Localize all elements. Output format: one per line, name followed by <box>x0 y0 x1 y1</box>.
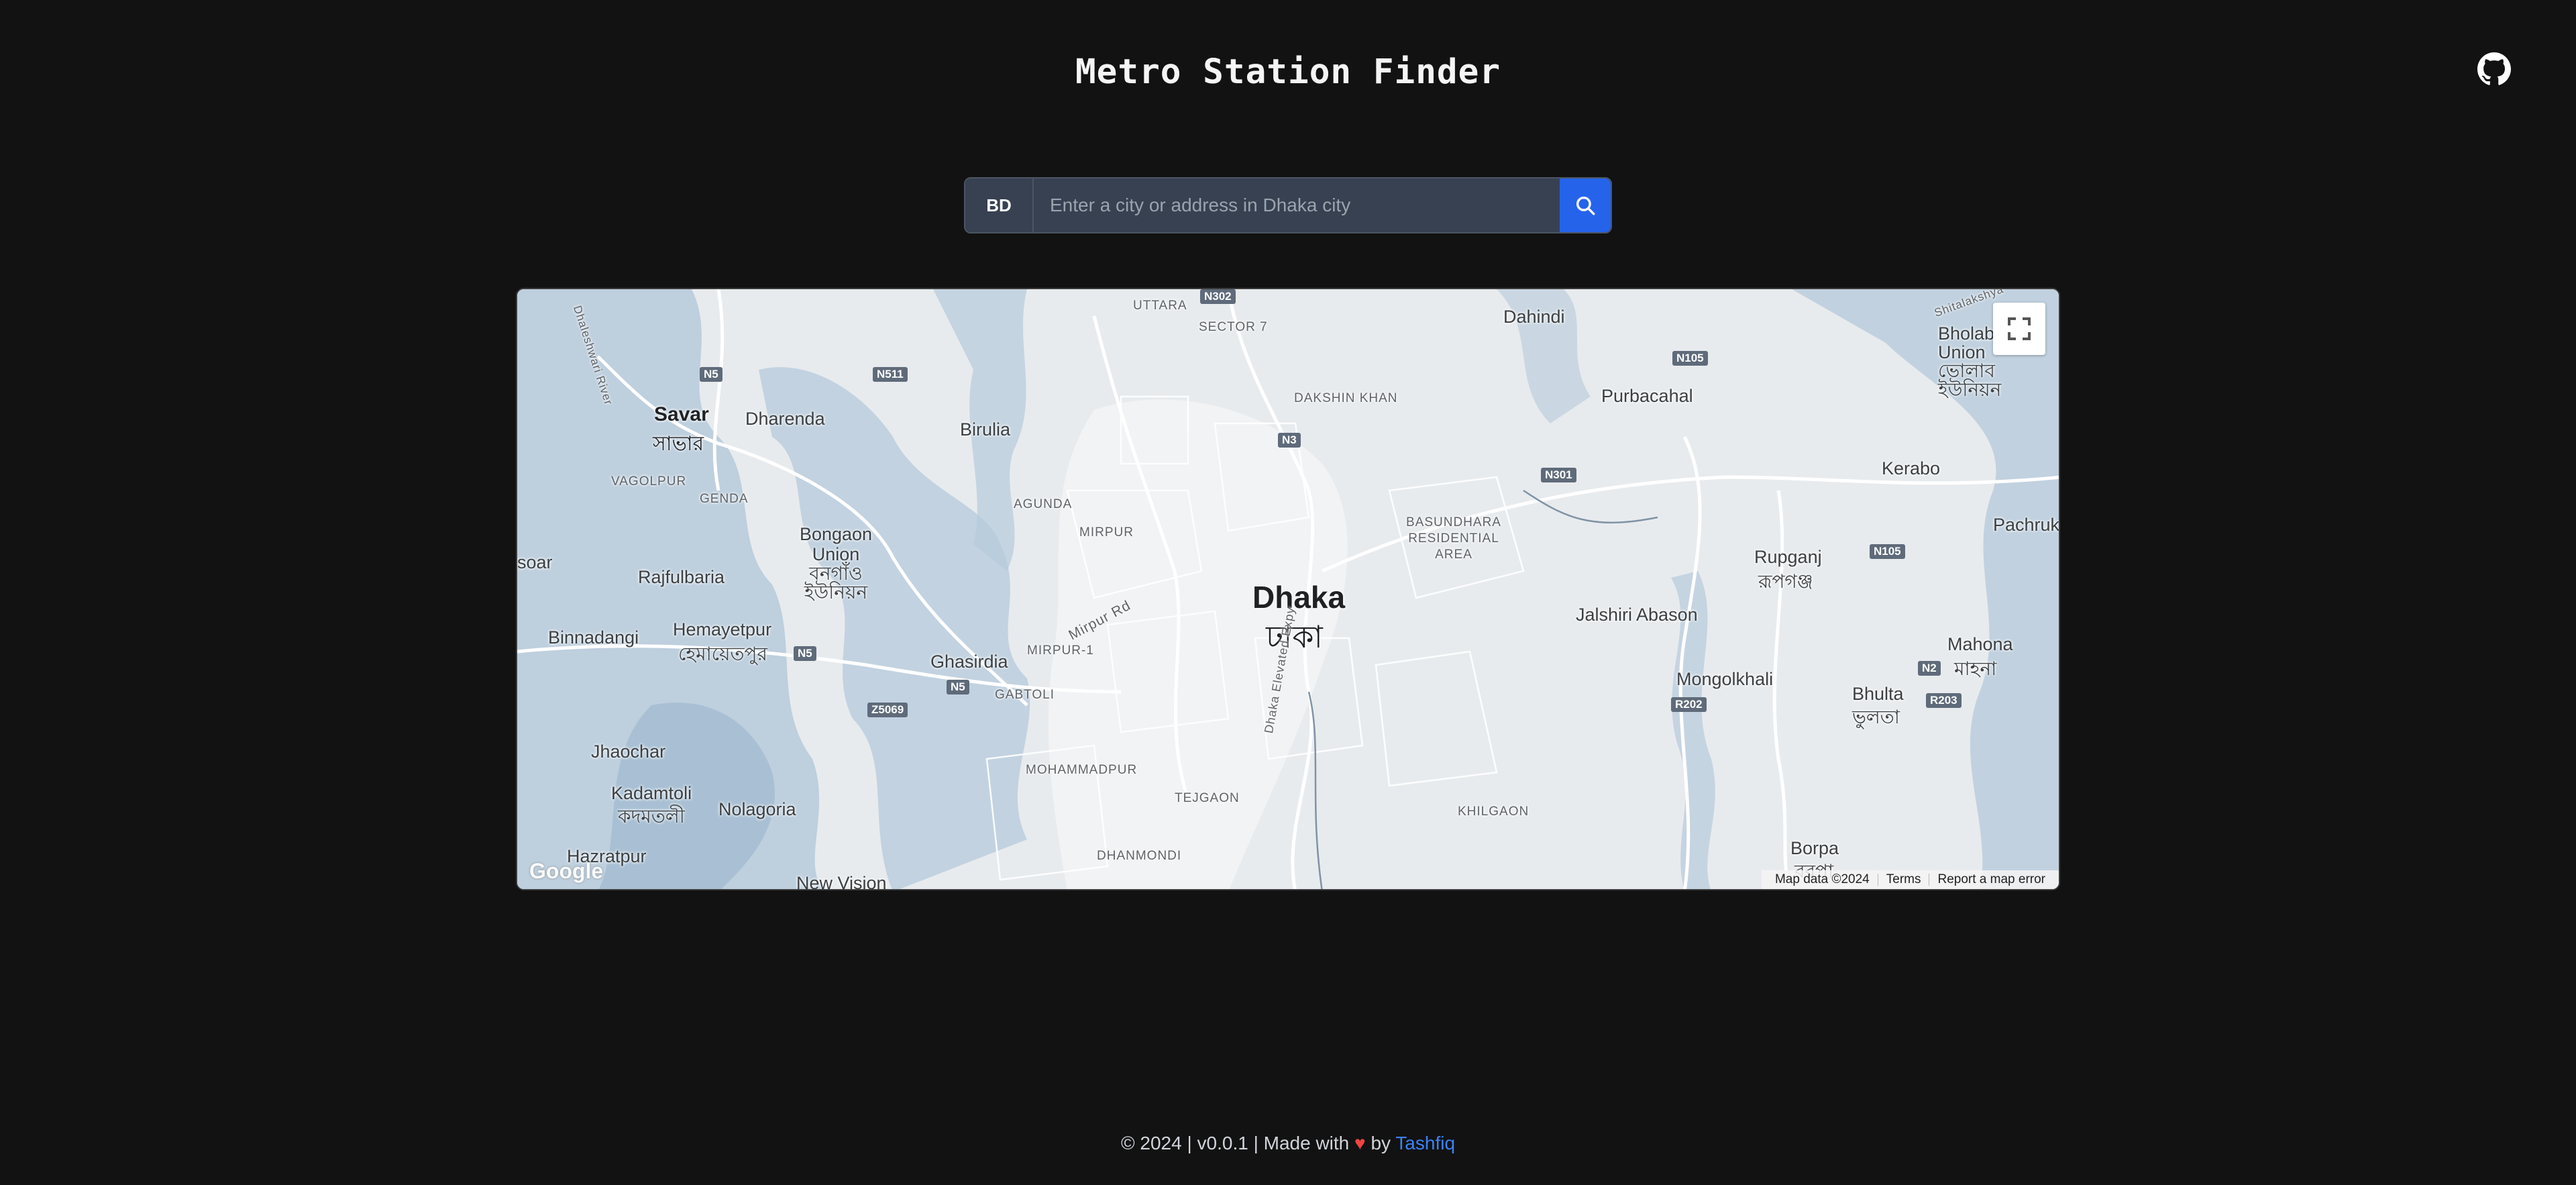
map-label-sector7: SECTOR 7 <box>1199 320 1268 334</box>
search-bar: BD <box>964 177 1612 234</box>
map-label-khilgaon: KHILGAON <box>1458 805 1529 819</box>
map-label-mahona: Mahona <box>1947 634 2013 654</box>
map-label-ghasirdia: Ghasirdia <box>930 652 1008 672</box>
map-label-hemayetpur: Hemayetpur <box>673 619 772 639</box>
road-shield: N301 <box>1541 468 1576 482</box>
heart-icon: ♥ <box>1354 1133 1366 1153</box>
road-shield: R202 <box>1671 697 1707 712</box>
map-label-bhulta: Bhulta <box>1852 684 1904 704</box>
road-shield: N302 <box>1200 289 1236 304</box>
map-label-binnadangi: Binnadangi <box>548 627 639 648</box>
map-label-borpa: Borpa <box>1790 838 1839 858</box>
map-label-mirpur-1: MIRPUR-1 <box>1027 643 1094 658</box>
search-button[interactable] <box>1560 178 1611 232</box>
report-error-link[interactable]: Report a map error <box>1929 872 2053 887</box>
map-label-kadamtoli: Kadamtoli <box>611 783 692 803</box>
map-label-dahindi: Dahindi <box>1503 307 1565 327</box>
country-code-badge: BD <box>965 178 1034 232</box>
footer-by: by <box>1371 1133 1391 1153</box>
map-label-uttara: UTTARA <box>1133 299 1187 313</box>
footer: © 2024 | v0.0.1 | Made with ♥ by Tashfiq <box>0 1133 2576 1154</box>
map-label-vagolpur: VAGOLPUR <box>611 474 687 488</box>
map-label-pachruk: Pachruk <box>1993 515 2060 535</box>
search-input[interactable] <box>1034 178 1560 232</box>
road-shield: N5 <box>794 646 816 661</box>
road-shield: N5 <box>947 680 969 694</box>
road-shield: N105 <box>1870 544 1905 559</box>
map-label-bholab-bn: ভোলাব ইউনিয়ন <box>1938 360 2002 400</box>
map-label-gabtoli: GABTOLI <box>995 688 1055 702</box>
map-label-genda: GENDA <box>700 492 749 506</box>
map[interactable]: Dhaka ঢাকা Savar সাভার Dharenda Birulia … <box>516 288 2060 890</box>
map-data-label: Map data ©2024 <box>1774 872 1870 886</box>
map-label-purbacahal: Purbacahal <box>1601 386 1693 406</box>
map-label-jhaochar: Jhaochar <box>591 741 666 762</box>
map-label-nolagoria: Nolagoria <box>718 799 796 819</box>
map-label-bongaon: Bongaon Union <box>799 524 873 564</box>
road-shield: N5 <box>700 367 722 382</box>
page: Metro Station Finder BD Enter a city or … <box>0 0 2576 1185</box>
page-title: Metro Station Finder <box>1075 52 1501 92</box>
map-label-dakshin-khan: DAKSHIN KHAN <box>1294 391 1398 405</box>
map-label-tejgaon: TEJGAON <box>1175 791 1240 805</box>
author-link[interactable]: Tashfiq <box>1395 1133 1455 1153</box>
map-label-kadamtoli-bn: কদমতলী <box>618 806 685 827</box>
map-label-mirpur: MIRPUR <box>1079 525 1134 539</box>
map-label-mongolkhali: Mongolkhali <box>1676 669 1774 689</box>
map-label-hemayetpur-bn: হেমায়েতপুর <box>678 643 767 664</box>
map-label-savar-bn: সাভার <box>653 433 704 455</box>
map-label-dhaka: Dhaka <box>1252 580 1346 615</box>
road-shield: Z5069 <box>867 703 908 717</box>
map-label-dharenda: Dharenda <box>745 409 825 429</box>
road-shield: R203 <box>1926 693 1962 708</box>
fullscreen-button[interactable] <box>1993 303 2045 355</box>
map-label-new-vision: New Vision <box>796 873 887 890</box>
map-label-soar: soar <box>517 552 553 572</box>
terms-link[interactable]: Terms <box>1878 872 1929 887</box>
map-label-mohammadpur: MOHAMMADPUR <box>1026 763 1138 777</box>
map-label-mahona-bn: মাহনা <box>1954 658 1997 679</box>
map-label-birulia: Birulia <box>960 419 1011 440</box>
google-logo: Google <box>529 859 604 883</box>
map-label-rupganj-bn: রূপগঞ্জ <box>1758 571 1813 592</box>
map-label-bongaon-bn: বনগাঁও ইউনিয়ন <box>804 563 868 603</box>
map-label-agunda: AGUNDA <box>1014 497 1073 511</box>
road-shield: N2 <box>1918 661 1941 676</box>
road-shield: N3 <box>1278 433 1301 448</box>
map-attribution: Map data ©2024 Terms Report a map error <box>1761 870 2059 889</box>
map-label-basundhara: BASUNDHARA RESIDENTIAL AREA <box>1406 515 1501 562</box>
map-label-kerabo: Kerabo <box>1882 458 1941 478</box>
road-shield: N105 <box>1672 351 1708 366</box>
map-label-bhulta-bn: ভুলতা <box>1852 707 1900 727</box>
map-label-rajfulbaria: Rajfulbaria <box>638 567 725 587</box>
map-label-dhanmondi: DHANMONDI <box>1097 849 1182 863</box>
search-icon <box>1576 196 1595 215</box>
map-label-jalshiri: Jalshiri Abason <box>1576 605 1698 625</box>
map-label-rupganj: Rupganj <box>1754 547 1822 567</box>
footer-text: © 2024 | v0.0.1 | Made with <box>1120 1133 1350 1153</box>
fullscreen-icon <box>2008 317 2031 340</box>
map-label-savar: Savar <box>654 403 709 425</box>
road-shield: N511 <box>873 367 908 382</box>
github-icon[interactable] <box>2477 52 2511 86</box>
